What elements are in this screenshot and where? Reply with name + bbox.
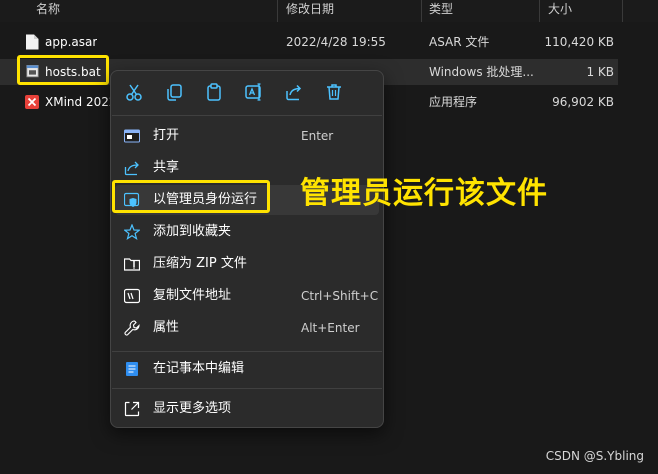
file-size: 110,420 KB: [544, 35, 614, 49]
annotation-text: 管理员运行该文件: [300, 176, 548, 211]
menu-item-compress-zip[interactable]: 压缩为 ZIP 文件: [115, 249, 379, 279]
column-name[interactable]: 名称: [36, 0, 60, 22]
menu-item-label: 打开: [153, 128, 180, 143]
xmind-app-icon: [25, 95, 39, 109]
menu-separator: [112, 115, 382, 116]
menu-item-shortcut: Alt+Enter: [301, 321, 360, 335]
menu-item-copy-path[interactable]: 复制文件地址 Ctrl+Shift+C: [115, 281, 379, 311]
menu-separator: [112, 351, 382, 352]
wrench-icon: [124, 320, 140, 336]
menu-item-shortcut: Enter: [301, 129, 334, 143]
menu-item-label: 复制文件地址: [153, 288, 232, 303]
menu-item-edit-notepad[interactable]: 在记事本中编辑: [115, 354, 379, 384]
column-type[interactable]: 类型: [429, 0, 453, 22]
menu-item-label: 在记事本中编辑: [153, 361, 245, 376]
watermark: CSDN @S.Ybling: [545, 449, 644, 463]
paste-icon[interactable]: [203, 81, 225, 103]
file-date: 2022/4/28 19:55: [286, 35, 386, 49]
file-name: XMind 2022: [45, 95, 117, 109]
column-date[interactable]: 修改日期: [286, 0, 334, 22]
zip-folder-icon: [124, 258, 140, 271]
menu-highlight-box: [112, 180, 270, 213]
column-divider[interactable]: [539, 0, 540, 22]
column-divider[interactable]: [622, 0, 623, 22]
notepad-icon: [126, 362, 138, 376]
menu-item-label: 属性: [153, 320, 180, 335]
rename-icon[interactable]: [243, 81, 265, 103]
share-icon: [124, 161, 139, 176]
column-divider[interactable]: [421, 0, 422, 22]
menu-item-open[interactable]: 打开 Enter: [115, 121, 379, 151]
column-header: 名称 修改日期 类型 大小: [0, 0, 658, 22]
file-highlight-box: [17, 55, 109, 85]
copy-icon[interactable]: [163, 81, 185, 103]
file-row-app-asar[interactable]: app.asar 2022/4/28 19:55 ASAR 文件 110,420…: [0, 29, 658, 55]
menu-separator: [112, 388, 382, 389]
menu-item-more-options[interactable]: 显示更多选项: [115, 394, 379, 424]
column-size[interactable]: 大小: [548, 0, 572, 22]
star-icon: [124, 224, 140, 240]
file-icon: [26, 34, 39, 50]
context-menu-toolbar: [111, 71, 383, 115]
file-size: 1 KB: [586, 65, 614, 79]
menu-item-shortcut: Ctrl+Shift+C: [301, 289, 379, 303]
open-icon: [124, 129, 140, 143]
file-size: 96,902 KB: [552, 95, 614, 109]
share-icon[interactable]: [283, 81, 305, 103]
file-name: app.asar: [45, 35, 98, 49]
menu-item-label: 显示更多选项: [153, 401, 232, 416]
file-type: 应用程序: [429, 95, 478, 109]
delete-icon[interactable]: [323, 81, 345, 103]
menu-item-add-favorites[interactable]: 添加到收藏夹: [115, 217, 379, 247]
more-options-icon: [124, 401, 140, 417]
file-type: ASAR 文件: [429, 35, 490, 49]
menu-item-properties[interactable]: 属性 Alt+Enter: [115, 313, 379, 343]
cut-icon[interactable]: [123, 81, 145, 103]
file-type: Windows 批处理...: [429, 65, 534, 79]
menu-item-label: 共享: [153, 160, 180, 175]
copy-path-icon: [124, 288, 140, 304]
column-divider[interactable]: [277, 0, 278, 22]
menu-item-label: 添加到收藏夹: [153, 224, 232, 239]
menu-item-label: 压缩为 ZIP 文件: [153, 256, 247, 271]
context-menu: 打开 Enter 共享 以管理员身份运行 添加到收藏夹 压缩为 ZIP 文件 复…: [110, 70, 384, 428]
